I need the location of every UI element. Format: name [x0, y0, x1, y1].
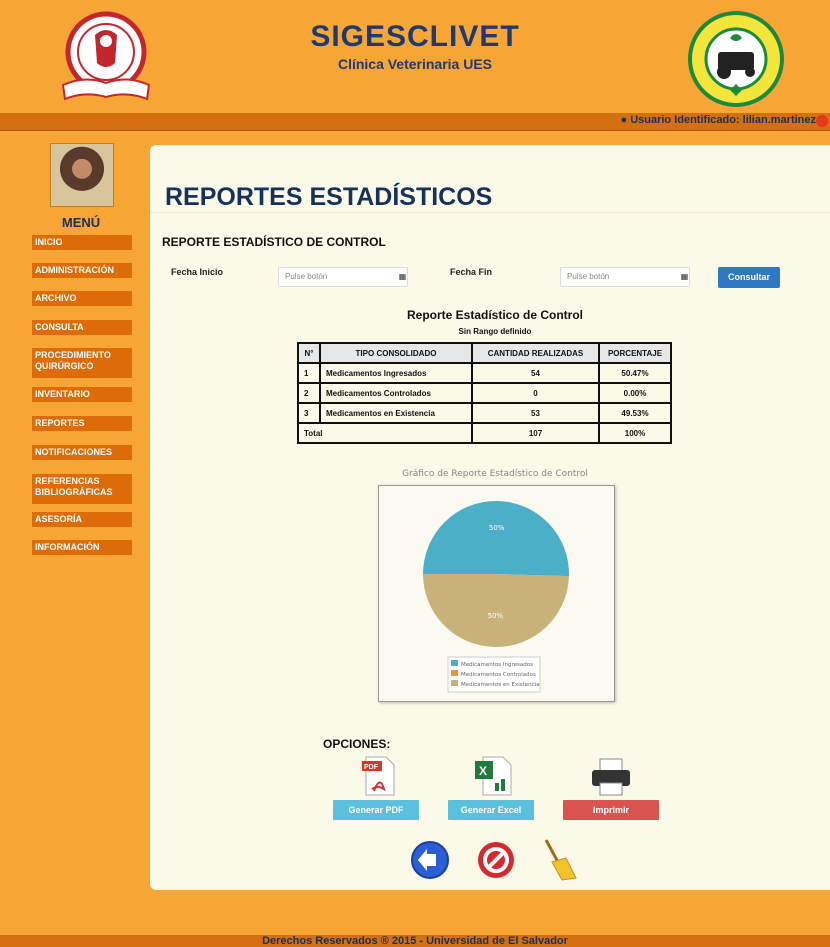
start-date-calendar-icon[interactable]: ▦ [395, 268, 410, 286]
logout-icon[interactable] [816, 115, 828, 127]
faculty-logo [688, 11, 784, 107]
table-row: 1 Medicamentos Ingresados 54 50.47% [297, 362, 672, 384]
cell-percent: 50.47% [598, 362, 672, 384]
cell-num: 3 [297, 402, 321, 424]
app-title: SIGESCLIVET [310, 20, 520, 53]
col-header-amount: CANTIDAD REALIZADAS [471, 342, 600, 364]
sidebar: MENÚ INICIO ADMINISTRACIÓN ARCHIVO CONSU… [0, 130, 150, 910]
generate-pdf-button[interactable]: Generar PDF [333, 800, 419, 820]
options-title: OPCIONES: [323, 737, 391, 751]
total-amount: 107 [471, 422, 600, 444]
end-date-label: Fecha Fin [450, 267, 493, 277]
sidebar-item-consulta[interactable]: CONSULTA [32, 320, 132, 335]
sidebar-item-asesoria[interactable]: ASESORÍA [32, 512, 132, 527]
sidebar-item-reportes[interactable]: REPORTES [32, 416, 132, 431]
sidebar-item-administracion[interactable]: ADMINISTRACIÓN [32, 263, 132, 278]
table-row: 3 Medicamentos en Existencia 53 49.53% [297, 402, 672, 424]
col-header-num: N° [297, 342, 321, 364]
table-row: 2 Medicamentos Controlados 0 0.00% [297, 382, 672, 404]
pie-slice-label: 50% [488, 612, 504, 620]
report-table: N° TIPO CONSOLIDADO CANTIDAD REALIZADAS … [297, 342, 672, 444]
chart-box: 50% 50% Medicamentos Ingresados Medicamento… [378, 485, 615, 702]
title-divider [150, 212, 830, 213]
user-icon: ● [620, 114, 628, 126]
cell-amount: 53 [471, 402, 600, 424]
printer-icon[interactable] [590, 757, 632, 797]
cell-amount: 54 [471, 362, 600, 384]
sidebar-item-archivo[interactable]: ARCHIVO [32, 291, 132, 306]
user-bar: ● Usuario Identificado: lilian.martinez [0, 113, 830, 131]
app-subtitle: Clínica Veterinaria UES [337, 56, 493, 72]
total-percent: 100% [598, 422, 672, 444]
sidebar-item-informacion[interactable]: INFORMACIÓN [32, 540, 132, 555]
pie-chart: 50% 50% Medicamentos Ingresados Medicamento… [423, 501, 569, 693]
avatar [50, 143, 114, 207]
legend-swatch [451, 670, 458, 676]
print-button[interactable]: Imprimir [563, 800, 659, 820]
col-header-percent: PORCENTAJE [598, 342, 672, 364]
svg-text:X: X [479, 764, 487, 778]
pdf-file-icon[interactable]: PDF [360, 755, 400, 797]
start-date-field[interactable]: Pulse botón [278, 267, 408, 287]
broom-icon[interactable] [540, 838, 580, 882]
pie-slice-0 [423, 501, 569, 577]
sidebar-item-inventario[interactable]: INVENTARIO [32, 387, 132, 402]
sidebar-item-notificaciones[interactable]: NOTIFICACIONES [32, 445, 132, 460]
cell-type: Medicamentos en Existencia [319, 402, 473, 424]
back-arrow-icon[interactable] [410, 840, 450, 880]
col-header-type: TIPO CONSOLIDADO [319, 342, 473, 364]
university-seal-logo [61, 11, 151, 101]
table-total-row: Total 107 100% [297, 422, 672, 444]
table-header-row: N° TIPO CONSOLIDADO CANTIDAD REALIZADAS … [297, 342, 672, 364]
app-title-block: SIGESCLIVET Clínica Veterinaria UES [270, 20, 560, 72]
legend-label: Medicamentos Controlados [461, 672, 536, 678]
end-date-calendar-icon[interactable]: ▦ [677, 268, 692, 286]
pie-slice-2 [423, 574, 569, 648]
legend-label: Medicamentos Ingresados [461, 662, 533, 668]
consult-button[interactable]: Consultar [718, 267, 780, 288]
cell-type: Medicamentos Ingresados [319, 362, 473, 384]
sidebar-item-inicio[interactable]: INICIO [32, 235, 132, 250]
sidebar-item-referencias-bibliograficas[interactable]: REFERENCIAS BIBLIOGRÁFICAS [32, 474, 132, 504]
start-date-label: Fecha Inicio [171, 267, 224, 277]
pie-slice-label: 50% [489, 524, 505, 532]
section-title: REPORTE ESTADÍSTICO DE CONTROL [162, 235, 386, 249]
legend-swatch [451, 660, 458, 666]
report-title: Reporte Estadístico de Control [406, 308, 584, 322]
cell-percent: 49.53% [598, 402, 672, 424]
report-subtitle: Sin Rango definido [458, 327, 532, 336]
cell-percent: 0.00% [598, 382, 672, 404]
footer: Derechos Reservados ® 2015 - Universidad… [0, 935, 830, 947]
cell-num: 1 [297, 362, 321, 384]
header: SIGESCLIVET Clínica Veterinaria UES [0, 0, 830, 113]
cell-type: Medicamentos Controlados [319, 382, 473, 404]
svg-text:PDF: PDF [364, 764, 379, 771]
footer-text: Derechos Reservados ® 2015 - Universidad… [262, 935, 568, 947]
cell-amount: 0 [471, 382, 600, 404]
main-content: REPORTES ESTADÍSTICOS REPORTE ESTADÍSTIC… [150, 145, 830, 890]
excel-file-icon[interactable]: X [473, 755, 513, 797]
end-date-field[interactable]: Pulse botón [560, 267, 690, 287]
legend-swatch [451, 680, 458, 686]
user-identified-label: ● Usuario Identificado: lilian.martinez [620, 114, 816, 126]
legend-label: Medicamentos en Existencia [461, 682, 540, 688]
sidebar-item-procedimiento-quirurgico[interactable]: PROCEDIMIENTO QUIRÚRGICO [32, 348, 132, 378]
cell-num: 2 [297, 382, 321, 404]
cancel-icon[interactable] [476, 840, 516, 880]
chart-title: Gráfico de Reporte Estadístico de Contro… [402, 469, 588, 479]
generate-excel-button[interactable]: Generar Excel [448, 800, 534, 820]
total-label: Total [297, 422, 473, 444]
page-title: REPORTES ESTADÍSTICOS [165, 183, 493, 211]
menu-title: MENÚ [61, 215, 101, 230]
